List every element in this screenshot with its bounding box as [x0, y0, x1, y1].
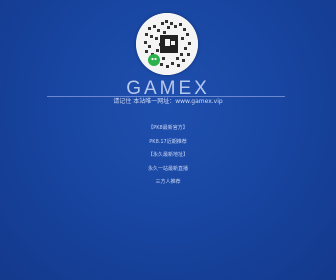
divider: [47, 96, 285, 97]
list-item: 【永久最新地址】: [0, 141, 336, 158]
wechat-icon: [148, 54, 160, 66]
qr-code-icon: [136, 13, 198, 75]
site-address-notice: 请记住 本站唯一网址：www.gamex.vip: [113, 98, 223, 105]
qr-code-logo: [136, 13, 198, 75]
list-item: 【PK8最新官方】: [0, 114, 336, 131]
list-item: 三方人推荐: [0, 168, 336, 185]
list-item: PK8.17近期推荐: [0, 128, 336, 145]
link-third-party[interactable]: 三方人推荐: [155, 179, 180, 185]
list-item: 永久一站最新直播: [0, 155, 336, 172]
link-list: 【PK8最新官方】 PK8.17近期推荐 【永久最新地址】 永久一站最新直播 三…: [0, 114, 336, 185]
